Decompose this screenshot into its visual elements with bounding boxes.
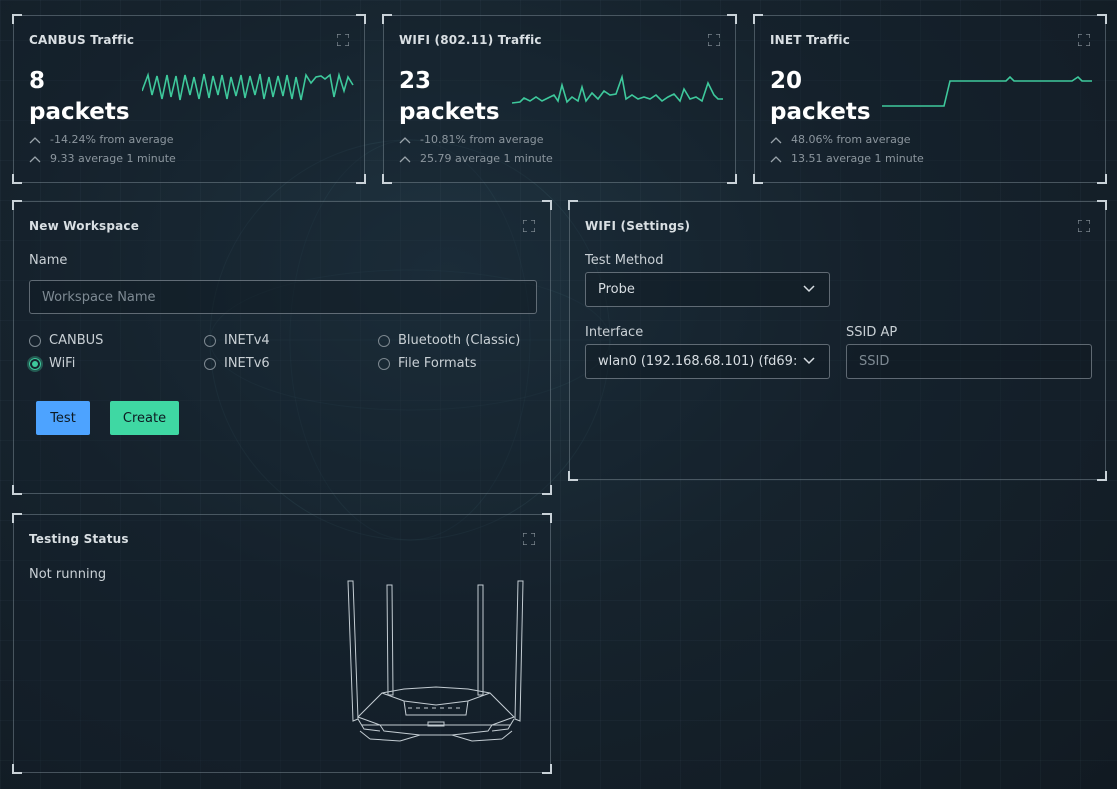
traffic-sparkline — [882, 75, 1092, 107]
panel-title: New Workspace — [29, 219, 140, 233]
radio-dot — [378, 334, 390, 347]
testing-status-panel: Testing Status Not running — [12, 513, 552, 774]
test-method-value: Probe — [598, 282, 635, 297]
trend-average: 9.33 average 1 minute — [29, 152, 176, 165]
name-label: Name — [29, 253, 68, 268]
radio-dot — [204, 334, 216, 347]
wifi-traffic-card: WIFI (802.11) Traffic 23 packets -10.81% … — [382, 14, 737, 184]
chevron-down-icon — [803, 285, 815, 293]
panel-title: Testing Status — [29, 532, 129, 546]
ssid-input[interactable] — [846, 344, 1092, 379]
radio-dot — [29, 357, 41, 370]
workspace-name-input[interactable] — [29, 280, 537, 314]
interface-select[interactable]: wlan0 (192.168.68.101) (fd69:b8d — [585, 344, 830, 379]
router-icon — [347, 580, 524, 742]
card-title: WIFI (802.11) Traffic — [399, 33, 542, 47]
expand-icon[interactable] — [337, 34, 349, 46]
panel-title: WIFI (Settings) — [585, 219, 691, 233]
radio-file-formats[interactable]: File Formats — [378, 356, 476, 371]
chevron-up-icon — [399, 155, 411, 162]
ssid-ap-label: SSID AP — [846, 325, 898, 340]
trend-delta: 48.06% from average — [770, 133, 911, 146]
test-method-select[interactable]: Probe — [585, 272, 830, 307]
traffic-sparkline — [512, 73, 723, 104]
trend-delta: -14.24% from average — [29, 133, 174, 146]
wifi-settings-panel: WIFI (Settings) Test Method Probe Interf… — [568, 200, 1107, 481]
packet-count: 23 packets — [399, 68, 500, 125]
chevron-up-icon — [29, 136, 41, 143]
expand-icon[interactable] — [1078, 34, 1090, 46]
test-button[interactable]: Test — [36, 401, 90, 435]
radio-dot — [29, 334, 41, 347]
trend-average: 25.79 average 1 minute — [399, 152, 553, 165]
trend-average: 13.51 average 1 minute — [770, 152, 924, 165]
chevron-up-icon — [770, 136, 782, 143]
interface-label: Interface — [585, 325, 644, 340]
radio-bluetooth-classic[interactable]: Bluetooth (Classic) — [378, 333, 520, 348]
trend-delta: -10.81% from average — [399, 133, 544, 146]
card-title: INET Traffic — [770, 33, 851, 47]
chevron-up-icon — [399, 136, 411, 143]
radio-dot — [204, 357, 216, 370]
interface-value: wlan0 (192.168.68.101) (fd69:b8d — [598, 354, 797, 369]
testing-status-text: Not running — [29, 567, 107, 582]
inet-traffic-card: INET Traffic 20 packets 48.06% from avera… — [753, 14, 1107, 184]
radio-canbus[interactable]: CANBUS — [29, 333, 103, 348]
canbus-traffic-card: CANBUS Traffic 8 packets -14.24% from ave… — [12, 14, 366, 184]
packet-count: 8 packets — [29, 68, 130, 125]
radio-wifi[interactable]: WiFi — [29, 356, 75, 371]
radio-dot — [378, 357, 390, 370]
expand-icon[interactable] — [523, 533, 535, 545]
chevron-down-icon — [803, 357, 815, 365]
packet-count: 20 packets — [770, 68, 871, 125]
chevron-up-icon — [770, 155, 782, 162]
expand-icon[interactable] — [523, 220, 535, 232]
expand-icon[interactable] — [708, 34, 720, 46]
test-method-label: Test Method — [585, 253, 664, 268]
traffic-sparkline — [142, 71, 354, 101]
expand-icon[interactable] — [1078, 220, 1090, 232]
radio-inetv4[interactable]: INETv4 — [204, 333, 270, 348]
card-title: CANBUS Traffic — [29, 33, 135, 47]
new-workspace-panel: New Workspace Name CANBUS INETv4 Bluetoo… — [12, 200, 552, 495]
chevron-up-icon — [29, 155, 41, 162]
radio-inetv6[interactable]: INETv6 — [204, 356, 270, 371]
create-button[interactable]: Create — [110, 401, 179, 435]
